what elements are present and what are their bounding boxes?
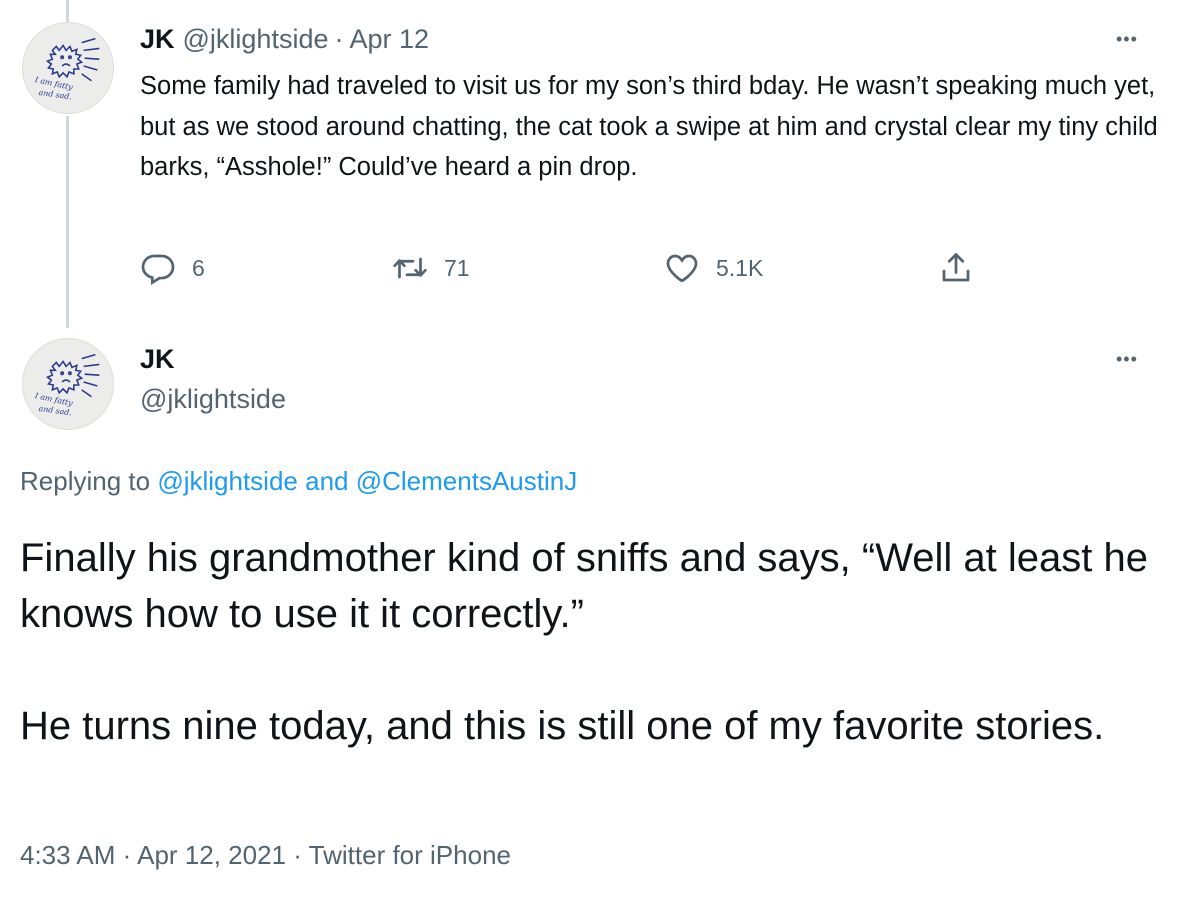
tweet-meta: 4:33 AM · Apr 12, 2021 · Twitter for iPh… <box>20 840 511 871</box>
tweet-actions: 6 71 5.1K <box>140 250 1000 290</box>
tweet-full-date[interactable]: Apr 12, 2021 <box>137 840 286 870</box>
more-icon[interactable]: ••• <box>1116 30 1138 48</box>
mention-link[interactable]: @jklightside <box>157 466 298 496</box>
avatar[interactable]: I am fatty and sad. <box>22 22 114 114</box>
avatar-doodle-icon: I am fatty and sad. <box>33 37 100 101</box>
reply-icon <box>141 254 175 285</box>
retweet-icon <box>393 257 427 279</box>
like-count: 5.1K <box>716 254 764 281</box>
tweet-parent[interactable]: I am fatty and sad. JK @jklightside · Ap… <box>0 0 1188 330</box>
avatar[interactable]: I am fatty and sad. <box>22 338 114 430</box>
author-handle[interactable]: @jklightside <box>183 24 329 55</box>
share-icon <box>942 253 970 282</box>
author-name[interactable]: JK <box>140 344 175 375</box>
replying-prefix: Replying to <box>20 466 151 496</box>
author-name[interactable]: JK <box>140 24 175 55</box>
tweet-text: Finally his grandmother kind of sniffs a… <box>20 530 1170 754</box>
tweet-header: JK @jklightside · Apr 12 <box>140 24 429 55</box>
tweet-paragraph: Finally his grandmother kind of sniffs a… <box>20 536 1148 636</box>
separator-dot: · <box>293 840 302 870</box>
heart-icon <box>666 254 698 283</box>
replying-and[interactable]: and <box>305 466 348 496</box>
replying-to: Replying to @jklightside and @ClementsAu… <box>20 466 577 497</box>
tweet-source[interactable]: Twitter for iPhone <box>309 840 511 870</box>
tweet-date[interactable]: Apr 12 <box>349 24 429 55</box>
retweet-button[interactable]: 71 <box>392 250 470 286</box>
tweet-text: Some family had traveled to visit us for… <box>140 72 1158 181</box>
like-button[interactable]: 5.1K <box>664 250 763 286</box>
mention-link[interactable]: @ClementsAustinJ <box>356 466 577 496</box>
tweet-paragraph: He turns nine today, and this is still o… <box>20 704 1105 748</box>
separator-dot: · <box>122 840 132 870</box>
avatar-doodle-icon: I am fatty and sad. <box>33 353 100 417</box>
retweet-count: 71 <box>444 254 470 281</box>
tweet-time[interactable]: 4:33 AM <box>20 840 115 870</box>
reply-button[interactable]: 6 <box>140 250 205 286</box>
separator-dot: · <box>334 24 344 54</box>
reply-count: 6 <box>192 254 205 281</box>
author-handle[interactable]: @jklightside <box>140 384 286 415</box>
more-icon[interactable]: ••• <box>1116 350 1138 368</box>
share-button[interactable] <box>938 250 974 286</box>
